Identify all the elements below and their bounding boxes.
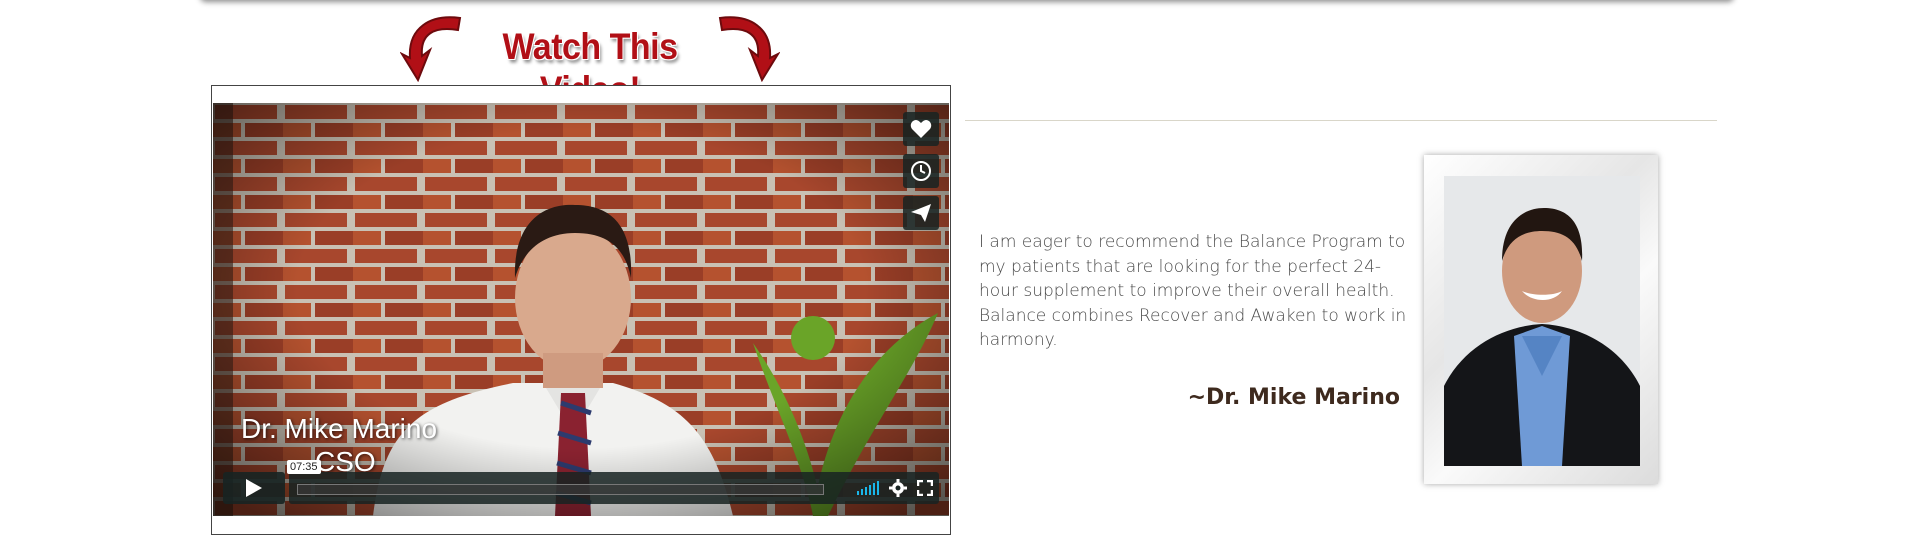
testimonial-quote: I am eager to recommend the Balance Prog… (979, 232, 1407, 350)
lower-third-name: Dr. Mike Marino (241, 413, 438, 444)
divider (965, 120, 1717, 121)
curved-arrow-right-icon (718, 16, 780, 82)
portrait-photo (1444, 176, 1640, 466)
play-button[interactable] (223, 472, 285, 504)
video-frame: Dr. Mike Marino CSO 07:35 (211, 85, 951, 535)
watch-later-button[interactable] (903, 154, 939, 188)
like-button[interactable] (903, 112, 939, 146)
portrait-image (1444, 176, 1640, 466)
gear-icon[interactable] (889, 479, 907, 497)
progress-bar[interactable] (297, 484, 824, 495)
watch-video-banner: Watch This Video! (400, 8, 780, 111)
video-player[interactable]: Dr. Mike Marino CSO 07:35 (213, 103, 949, 516)
portrait-frame (1424, 155, 1658, 484)
heart-icon (910, 120, 932, 138)
fullscreen-icon[interactable] (917, 480, 933, 496)
duration-label: 07:35 (287, 460, 321, 474)
share-button[interactable] (903, 196, 939, 230)
clock-icon (911, 161, 931, 181)
video-controls: 07:35 (223, 460, 939, 504)
send-icon (911, 204, 931, 222)
control-bar (289, 472, 939, 504)
play-icon (246, 479, 262, 497)
testimonial-signature: ~Dr. Mike Marino (1187, 385, 1400, 410)
volume-icon[interactable] (857, 481, 879, 495)
